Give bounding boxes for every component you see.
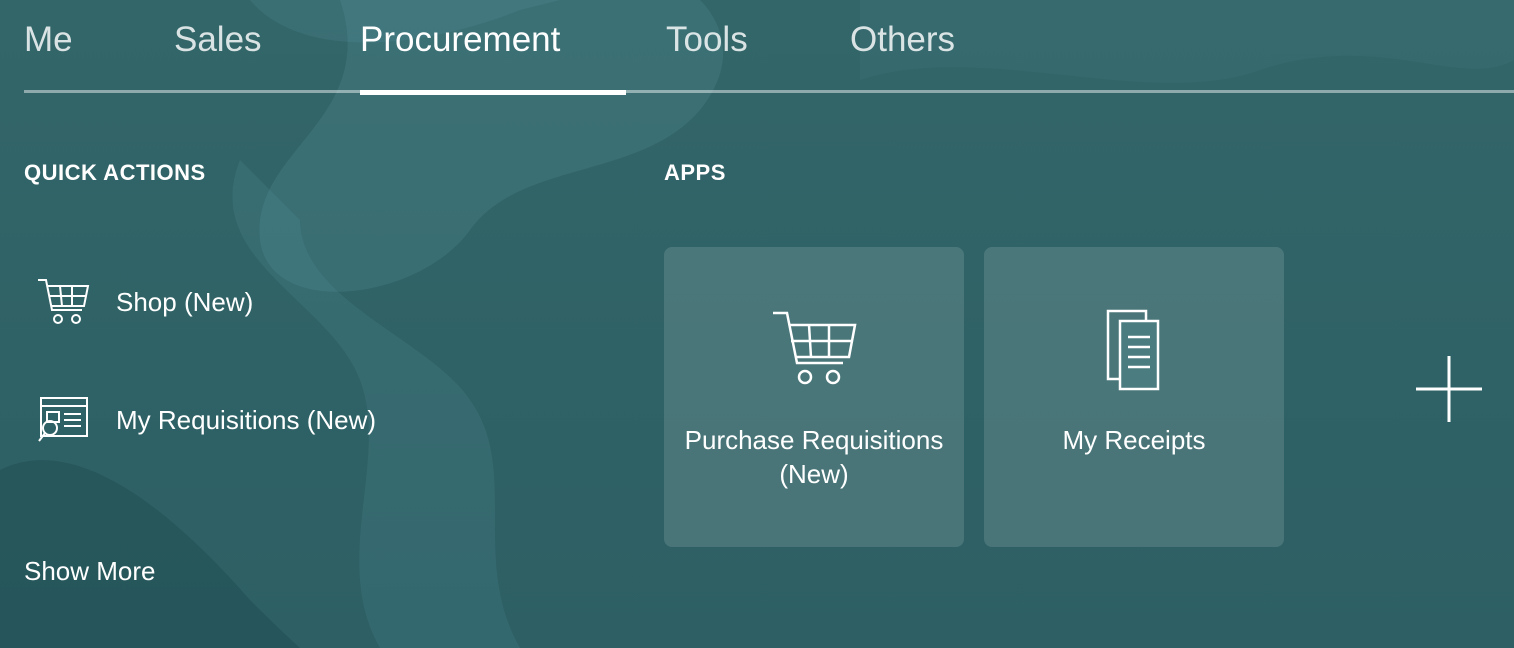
apps-title: APPS [664,160,726,185]
tab-others[interactable]: Others [850,18,955,62]
tab-me[interactable]: Me [24,18,73,62]
show-more-link[interactable]: Show More [24,556,156,586]
documents-icon [984,307,1284,403]
tab-procurement[interactable]: Procurement [360,18,560,62]
plus-icon [1416,356,1482,422]
quick-action-my-requisitions[interactable]: My Requisitions (New) [36,392,376,448]
quick-action-shop[interactable]: Shop (New) [36,274,253,330]
tab-sales[interactable]: Sales [174,18,262,62]
quick-actions-title: QUICK ACTIONS [24,160,206,185]
shopping-cart-icon [36,274,92,330]
quick-action-shop-label: Shop (New) [116,286,254,317]
requisition-search-icon [36,392,92,448]
tab-bar-divider [24,90,1514,93]
add-app-button[interactable] [1410,350,1488,428]
tab-tools[interactable]: Tools [666,18,748,62]
shopping-cart-icon [664,307,964,403]
quick-action-my-requisitions-label: My Requisitions (New) [116,404,377,435]
app-tile-my-receipts-label: My Receipts [1062,425,1206,455]
app-tile-my-receipts[interactable]: My Receipts [984,247,1284,547]
app-tile-purchase-requisitions-label: Purchase Requisitions (New) [684,425,944,489]
active-tab-indicator [360,90,626,95]
app-tile-purchase-requisitions[interactable]: Purchase Requisitions (New) [664,247,964,547]
main-tab-bar: Me Sales Procurement Tools Others [24,0,1514,95]
